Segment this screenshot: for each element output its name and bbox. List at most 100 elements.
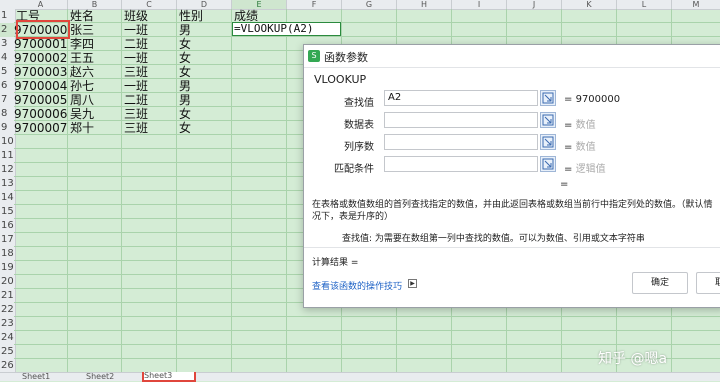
watermark: 知乎 @嗯a bbox=[598, 351, 668, 367]
range-select-icon bbox=[542, 114, 554, 126]
param-result-eq-4: = bbox=[564, 164, 573, 175]
param-result-eq-1: = bbox=[564, 94, 573, 105]
column-header-e[interactable]: E bbox=[232, 0, 287, 9]
cell-a7[interactable]: 9700005 bbox=[14, 93, 67, 107]
column-header-a[interactable]: A bbox=[14, 0, 68, 9]
function-help-link[interactable]: 查看该函数的操作技巧 bbox=[312, 279, 402, 292]
column-header-d[interactable]: D bbox=[177, 0, 232, 9]
param-label-lookup-value: 查找值 bbox=[344, 98, 374, 109]
function-result-equals: = bbox=[560, 179, 569, 190]
row-gridline bbox=[14, 36, 720, 37]
row-gridline bbox=[14, 344, 720, 345]
lookup-cell-highlight bbox=[16, 20, 70, 39]
cell-c9[interactable]: 三班 bbox=[124, 121, 148, 135]
cell-d9[interactable]: 女 bbox=[179, 121, 191, 135]
cell-d7[interactable]: 男 bbox=[179, 93, 191, 107]
row-gridline bbox=[14, 330, 720, 331]
row-gridline bbox=[14, 22, 720, 23]
param-hint-2: 数值 bbox=[575, 120, 596, 131]
cell-d1[interactable]: 性别 bbox=[179, 9, 203, 23]
cell-b9[interactable]: 郑十 bbox=[70, 121, 94, 135]
cell-b3[interactable]: 李四 bbox=[70, 37, 94, 51]
param-label-table-array: 数据表 bbox=[344, 120, 374, 131]
range-select-icon bbox=[542, 92, 554, 104]
cell-b7[interactable]: 周八 bbox=[70, 93, 94, 107]
cell-d8[interactable]: 女 bbox=[179, 107, 191, 121]
range-select-icon bbox=[542, 136, 554, 148]
column-gridline bbox=[286, 9, 287, 380]
param-input-range-lookup[interactable] bbox=[384, 156, 538, 172]
cell-a6[interactable]: 9700004 bbox=[14, 79, 67, 93]
param-result-eq-3: = bbox=[564, 142, 573, 153]
range-select-button-2[interactable] bbox=[540, 112, 556, 128]
column-header-l[interactable]: L bbox=[617, 0, 672, 9]
cell-d5[interactable]: 女 bbox=[179, 65, 191, 79]
column-header-b[interactable]: B bbox=[68, 0, 122, 9]
cell-b1[interactable]: 姓名 bbox=[70, 9, 94, 23]
sheet-tab-3[interactable]: Sheet3 bbox=[142, 372, 196, 382]
cell-b2[interactable]: 张三 bbox=[70, 23, 94, 37]
cell-a4[interactable]: 9700002 bbox=[14, 51, 67, 65]
app-logo-icon: S bbox=[308, 50, 320, 62]
cell-b8[interactable]: 吴九 bbox=[70, 107, 94, 121]
param-input-lookup-value[interactable]: A2 bbox=[384, 90, 538, 106]
cell-b5[interactable]: 赵六 bbox=[70, 65, 94, 79]
column-header-j[interactable]: J bbox=[507, 0, 562, 9]
cell-a9[interactable]: 9700007 bbox=[14, 121, 67, 135]
param-result-table-array: = 数值 bbox=[564, 116, 596, 131]
column-gridline bbox=[176, 9, 177, 380]
range-select-icon bbox=[542, 158, 554, 170]
column-header-h[interactable]: H bbox=[397, 0, 452, 9]
dialog-divider bbox=[304, 247, 720, 248]
param-hint-3: 数值 bbox=[575, 142, 596, 153]
ok-button[interactable]: 确定 bbox=[632, 272, 688, 294]
cell-d4[interactable]: 女 bbox=[179, 51, 191, 65]
function-description: 在表格或数值数组的首列查找指定的数值，并由此返回表格或数组当前行中指定列处的数值… bbox=[312, 200, 713, 222]
cell-c1[interactable]: 班级 bbox=[124, 9, 148, 23]
param-result-col-index: = 数值 bbox=[564, 138, 596, 153]
cell-a8[interactable]: 9700006 bbox=[14, 107, 67, 121]
cell-c7[interactable]: 二班 bbox=[124, 93, 148, 107]
cell-d2[interactable]: 男 bbox=[179, 23, 191, 37]
column-header-c[interactable]: C bbox=[122, 0, 177, 9]
param-hint-4: 逻辑值 bbox=[575, 164, 606, 175]
column-gridline bbox=[67, 9, 68, 380]
range-select-button-1[interactable] bbox=[540, 90, 556, 106]
column-header-m[interactable]: M bbox=[672, 0, 720, 9]
cell-c5[interactable]: 三班 bbox=[124, 65, 148, 79]
cancel-button[interactable]: 取消 bbox=[696, 272, 720, 294]
param-result-range-lookup: = 逻辑值 bbox=[564, 160, 606, 175]
cell-c3[interactable]: 二班 bbox=[124, 37, 148, 51]
formula-edit-cell[interactable]: =VLOOKUP(A2) bbox=[232, 22, 341, 36]
column-header-row: A B C D E F G H I J K L M bbox=[0, 0, 720, 10]
dialog-title: 函数参数 bbox=[324, 51, 368, 64]
cell-c4[interactable]: 一班 bbox=[124, 51, 148, 65]
param-description: 查找值: 为需要在数组第一列中查找的数值。可以为数值、引用或文本字符串 bbox=[342, 231, 720, 244]
param-result-value-1: 9700000 bbox=[575, 94, 621, 105]
range-select-button-3[interactable] bbox=[540, 134, 556, 150]
cell-e1[interactable]: 成绩 bbox=[234, 9, 258, 23]
param-input-table-array[interactable] bbox=[384, 112, 538, 128]
cell-c2[interactable]: 一班 bbox=[124, 23, 148, 37]
cell-a3[interactable]: 9700001 bbox=[14, 37, 67, 51]
calc-result: 计算结果 = bbox=[312, 258, 359, 268]
function-arguments-dialog: S 函数参数 VLOOKUP 查找值 A2 = 9700000 数据表 = 数值… bbox=[303, 44, 720, 308]
cell-c8[interactable]: 三班 bbox=[124, 107, 148, 121]
cell-c6[interactable]: 一班 bbox=[124, 79, 148, 93]
cell-b4[interactable]: 王五 bbox=[70, 51, 94, 65]
column-header-f[interactable]: F bbox=[287, 0, 342, 9]
cell-a5[interactable]: 9700003 bbox=[14, 65, 67, 79]
column-header-k[interactable]: K bbox=[562, 0, 617, 9]
column-header-i[interactable]: I bbox=[452, 0, 507, 9]
cell-b6[interactable]: 孙七 bbox=[70, 79, 94, 93]
dialog-title-bar[interactable]: S 函数参数 bbox=[304, 45, 720, 68]
param-input-col-index[interactable] bbox=[384, 134, 538, 150]
param-result-lookup-value: = 9700000 bbox=[564, 94, 620, 105]
cell-d6[interactable]: 男 bbox=[179, 79, 191, 93]
cell-d3[interactable]: 女 bbox=[179, 37, 191, 51]
row-gridline bbox=[14, 316, 720, 317]
range-select-button-4[interactable] bbox=[540, 156, 556, 172]
param-result-eq-2: = bbox=[564, 120, 573, 131]
column-header-g[interactable]: G bbox=[342, 0, 397, 9]
play-video-icon[interactable]: ▶ bbox=[408, 279, 417, 288]
